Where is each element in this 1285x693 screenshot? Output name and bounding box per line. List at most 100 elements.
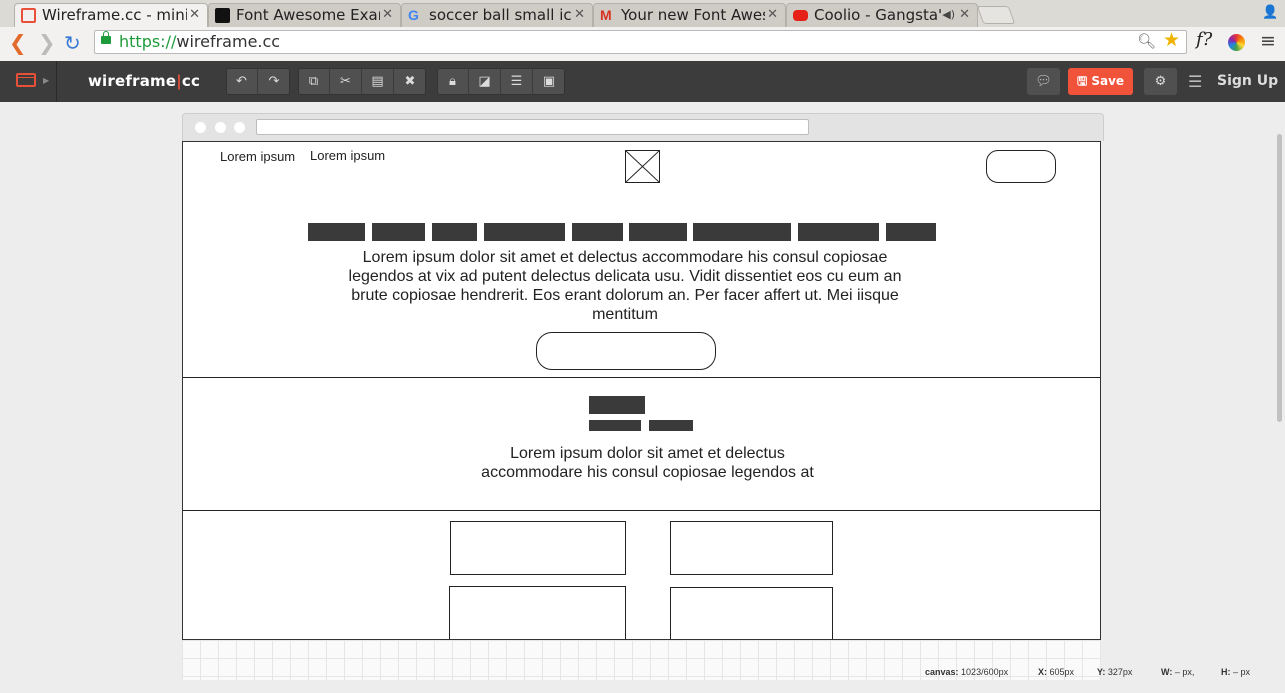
wf-section-paragraph: Lorem ipsum dolor sit amet et delectus a… [481,445,814,481]
scissors-icon: ✂ [340,74,351,89]
close-tab-icon[interactable]: ✕ [382,7,393,22]
close-tab-icon[interactable]: ✕ [959,7,970,22]
font-awesome-favicon-icon [215,8,230,23]
status-label: X: [1038,667,1047,677]
arrange-group: 🔒︎ ◪ ☰ ▣ [437,68,565,95]
undo-button[interactable]: ↶ [226,68,258,95]
comment-button[interactable]: 💬︎ [1027,68,1060,95]
status-value: 1023/600px [961,667,1009,677]
audio-playing-icon[interactable]: ◀) [942,8,955,21]
sign-up-link[interactable]: Sign Up [1217,73,1278,89]
close-tab-icon[interactable]: ✕ [574,7,585,22]
color-picker-extension-icon[interactable] [1228,34,1245,51]
status-value: – px, [1174,667,1195,677]
lock-button[interactable]: 🔒︎ [437,68,469,95]
wf-header-button[interactable] [986,150,1056,183]
tab-title: Font Awesome Exam [236,6,380,24]
caret-right-icon: ▶ [43,76,50,85]
wf-content-box[interactable] [450,521,626,575]
brand-suffix: cc [181,72,201,90]
wireframe-canvas[interactable]: Lorem ipsum Lorem ipsum Lorem ipsum dolo… [182,141,1101,640]
copy-button[interactable]: ⧉ [298,68,330,95]
y-readout: Y: 327px [1097,667,1132,677]
browser-tab-gmail[interactable]: M Your new Font Awes ✕ [593,3,786,27]
wf-heading-block [798,223,879,241]
new-tab-button[interactable] [976,6,1016,24]
url-text: https://wireframe.cc [119,32,280,51]
url-host: wireframe.cc [176,32,281,51]
google-favicon-icon: G [408,7,419,23]
tab-title: Wireframe.cc - minim [42,6,187,24]
bring-front-button[interactable]: ◪ [469,68,501,95]
app-logo: wireframe|cc [88,72,200,90]
align-button[interactable]: ☰ [501,68,533,95]
bookmark-star-icon[interactable]: ★ [1163,29,1180,51]
wf-content-box[interactable] [670,587,833,639]
wf-heading-block [589,396,645,414]
browser-menu-icon[interactable]: ≡ [1260,30,1276,52]
hamburger-menu-icon[interactable]: ☰ [1188,72,1202,91]
cut-button[interactable]: ✂ [330,68,362,95]
lock-icon [101,31,111,44]
wf-heading-block [572,223,623,241]
back-icon[interactable]: ❮ [9,31,27,55]
layers-icon: ◪ [478,74,491,89]
wf-heading-block [693,223,791,241]
x-readout: X: 605px [1038,667,1074,677]
font-extension-icon[interactable]: f? [1196,29,1212,50]
wf-hero-paragraph: Lorem ipsum dolor sit amet et delectus a… [348,249,902,323]
wf-section-divider [183,510,1100,511]
gmail-favicon-icon: M [600,7,612,23]
browser-tab-font-awesome[interactable]: Font Awesome Exam ✕ [208,3,401,27]
wf-subheading-block [589,420,641,431]
close-icon: ✖ [404,74,416,89]
canvas-url-bar[interactable] [256,119,809,135]
wf-heading-block [886,223,936,241]
settings-button[interactable]: ⚙ [1144,68,1177,95]
status-value: – px [1233,667,1251,677]
url-input[interactable]: https://wireframe.cc 🔍︎ ★ [94,29,1187,54]
wf-image-placeholder[interactable] [625,150,660,183]
youtube-favicon-icon [793,10,808,21]
gears-icon: ⚙ [1154,74,1167,89]
app-menu-button[interactable]: ▶ [0,61,57,102]
delete-button[interactable]: ✖ [394,68,426,95]
save-button[interactable]: 🖫︎ Save [1068,68,1133,95]
window-dot [215,122,226,133]
wf-heading-block [629,223,687,241]
canvas-browser-frame [182,113,1104,141]
comment-icon: 💬︎ [1035,74,1052,89]
reload-icon[interactable]: ↻ [64,31,81,55]
status-label: W: [1161,667,1173,677]
wf-heading-block [484,223,565,241]
paste-button[interactable]: ▤ [362,68,394,95]
vertical-scrollbar[interactable] [1277,134,1282,422]
wf-content-box[interactable] [670,521,833,575]
lock-icon: 🔒︎ [449,74,456,89]
group-icon: ▣ [542,74,556,89]
history-group: ↶ ↷ [226,68,290,95]
floppy-disk-icon: 🖫︎ [1076,74,1092,88]
undo-icon: ↶ [236,74,247,89]
browser-tab-wireframe[interactable]: Wireframe.cc - minim ✕ [14,3,208,27]
save-label: Save [1091,74,1125,88]
browser-tab-google[interactable]: G soccer ball small icor ✕ [401,3,593,27]
tab-title: Coolio - Gangsta's [814,6,941,24]
browser-frame-icon [16,73,36,87]
group-button[interactable]: ▣ [533,68,565,95]
redo-button[interactable]: ↷ [258,68,290,95]
wf-nav-link[interactable]: Lorem ipsum [310,148,385,163]
paste-icon: ▤ [371,74,384,89]
copy-icon: ⧉ [308,74,319,89]
browser-tab-youtube[interactable]: Coolio - Gangsta's ◀) ✕ [786,3,978,27]
forward-icon[interactable]: ❯ [38,31,56,55]
close-tab-icon[interactable]: ✕ [189,7,200,22]
wf-nav-link[interactable]: Lorem ipsum [220,149,295,164]
wf-heading-block [372,223,425,241]
wf-content-box[interactable] [449,586,626,639]
zoom-icon[interactable]: 🔍︎ [1137,32,1156,50]
clipboard-group: ⧉ ✂ ▤ ✖ [298,68,426,95]
profile-icon[interactable]: 👤 [1262,5,1278,20]
close-tab-icon[interactable]: ✕ [767,7,778,22]
wf-cta-button[interactable] [536,332,716,370]
